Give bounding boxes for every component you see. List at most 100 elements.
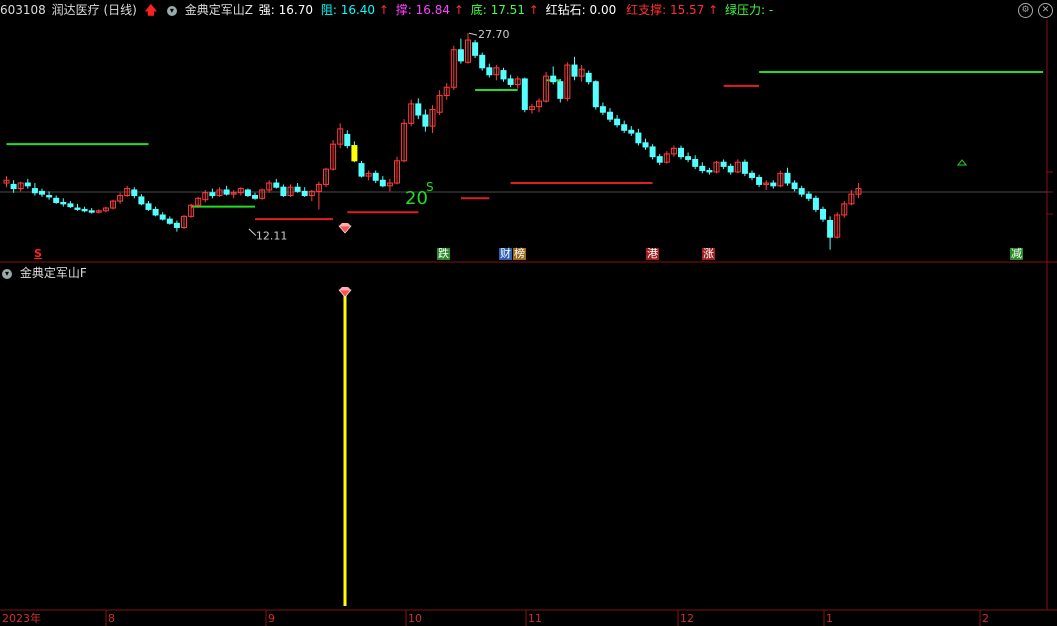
- candlestick-chart[interactable]: 27.7012.1120S: [0, 0, 1057, 626]
- time-axis-label: 12: [680, 612, 694, 625]
- event-tag[interactable]: S: [33, 248, 43, 260]
- candle-body: [39, 190, 45, 195]
- candle-body: [131, 189, 138, 197]
- event-tag[interactable]: 港: [646, 248, 659, 260]
- event-tag[interactable]: 涨: [702, 248, 715, 260]
- candle-body: [24, 182, 31, 187]
- signal-s: S: [426, 180, 434, 194]
- candle-body: [486, 67, 493, 76]
- candle-body: [138, 196, 145, 205]
- candle-body: [642, 142, 649, 148]
- candle-body: [351, 145, 358, 162]
- candle-body: [223, 189, 230, 195]
- candle-body: [209, 192, 216, 197]
- candle-body: [173, 222, 180, 228]
- time-axis-label: 8: [108, 612, 115, 625]
- candle-body: [280, 186, 287, 197]
- candle-body: [798, 188, 805, 195]
- event-tag[interactable]: 减: [1010, 248, 1023, 260]
- candle-body: [252, 195, 258, 199]
- candle-body: [46, 195, 53, 198]
- candle-body: [10, 183, 17, 190]
- candle-body: [152, 208, 159, 216]
- candle-body: [422, 114, 429, 127]
- time-axis-label: 2023年: [2, 612, 41, 625]
- candle-body: [472, 42, 479, 56]
- candle-body: [720, 161, 727, 167]
- time-axis-label: 2: [982, 612, 989, 625]
- candle-body: [756, 176, 763, 185]
- candle-body: [521, 78, 528, 110]
- candle-body: [791, 182, 798, 190]
- candle-body: [31, 188, 38, 194]
- candle-body: [457, 49, 464, 62]
- event-tag[interactable]: 跌: [437, 248, 450, 260]
- candle-body: [372, 172, 379, 181]
- high-pointer: [468, 32, 478, 36]
- time-axis-label: 1: [826, 612, 833, 625]
- candle-body: [607, 111, 613, 120]
- candle-body: [60, 201, 67, 205]
- candle-body: [244, 189, 251, 197]
- candle-body: [88, 210, 95, 213]
- candle-body: [379, 179, 386, 187]
- time-axis-label: 9: [268, 612, 275, 625]
- candle-body: [585, 72, 592, 83]
- low-pointer: [248, 228, 257, 236]
- candle-body: [678, 147, 684, 158]
- candle-body: [479, 54, 486, 69]
- candle-body: [415, 103, 422, 116]
- candle-body: [53, 197, 60, 203]
- candle-body: [628, 129, 635, 134]
- candle-body: [812, 197, 819, 210]
- candle-body: [301, 190, 308, 197]
- candle-body: [557, 81, 564, 99]
- candle-body: [159, 214, 166, 220]
- candle-body: [571, 64, 578, 77]
- candle-body: [294, 186, 301, 192]
- candle-body: [599, 106, 606, 113]
- candle-body: [749, 172, 755, 178]
- candle-body: [67, 203, 74, 208]
- candle-body: [81, 208, 88, 212]
- candle-body: [614, 118, 621, 126]
- event-tag[interactable]: 财: [499, 248, 512, 260]
- event-tag[interactable]: 榜: [513, 248, 526, 260]
- candle-body: [166, 218, 173, 224]
- candle-body: [635, 132, 642, 144]
- candle-body: [827, 220, 834, 238]
- candle-body: [805, 193, 812, 199]
- high-price-label: 27.70: [478, 28, 510, 41]
- diamond-icon: [338, 289, 352, 298]
- candle-body: [145, 203, 152, 210]
- candle-body: [656, 156, 663, 163]
- candle-body: [550, 75, 557, 83]
- candle-body: [344, 133, 351, 147]
- candle-body: [273, 182, 280, 188]
- diamond-icon: [338, 225, 352, 234]
- candle-body: [500, 70, 507, 80]
- candle-body: [784, 172, 791, 184]
- signal-number: 20: [405, 188, 428, 209]
- candle-body: [770, 182, 777, 187]
- signal-bar: [343, 290, 347, 606]
- candle-body: [692, 158, 699, 167]
- time-axis-label: 10: [408, 612, 422, 625]
- candle-body: [507, 78, 514, 85]
- candle-body: [741, 161, 748, 174]
- candle-body: [820, 208, 826, 220]
- candle-body: [358, 163, 365, 177]
- diamond-icon: [339, 287, 351, 290]
- candle-body: [621, 124, 628, 131]
- candle-body: [685, 156, 692, 160]
- candle-body: [699, 165, 706, 172]
- candle-body: [592, 81, 599, 108]
- candle-body: [74, 207, 81, 210]
- candle-body: [706, 170, 713, 173]
- green-arrow-icon: [956, 159, 968, 166]
- low-price-label: 12.11: [256, 230, 288, 243]
- diamond-icon: [339, 223, 351, 226]
- time-axis-label: 11: [528, 612, 542, 625]
- candle-body: [727, 165, 734, 173]
- candle-body: [649, 146, 656, 158]
